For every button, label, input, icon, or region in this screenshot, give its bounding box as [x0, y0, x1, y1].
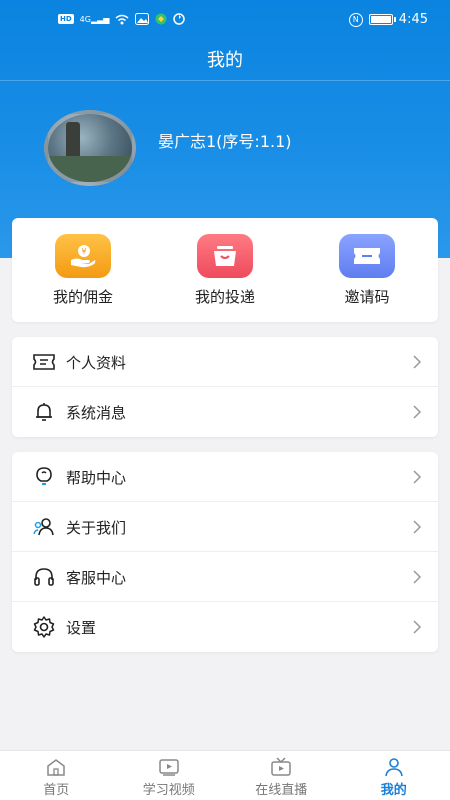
hd-indicator: HD	[58, 14, 74, 24]
menu-item-label: 关于我们	[66, 519, 127, 537]
tab-label: 首页	[43, 783, 70, 798]
quick-delivery[interactable]: 我的投递	[170, 234, 280, 307]
quick-delivery-label: 我的投递	[194, 288, 255, 306]
quick-actions-card: ¥ 我的佣金 我的投递 邀请码	[12, 218, 438, 322]
menu-group-account: 个人资料 系统消息	[12, 337, 438, 437]
menu-item-label: 个人资料	[66, 354, 127, 372]
tab-label: 我的	[380, 783, 407, 798]
quick-commission-label: 我的佣金	[52, 288, 113, 306]
tab-live[interactable]: 在线直播	[225, 751, 338, 800]
status-bar: HD 4G▂▃▅ N 4:45	[0, 0, 450, 40]
quick-invite-code[interactable]: 邀请码	[312, 234, 422, 307]
clock: 4:45	[398, 12, 428, 27]
tv-icon	[271, 757, 291, 776]
header-divider	[0, 80, 450, 81]
avatar[interactable]	[44, 110, 136, 186]
person-icon	[384, 758, 403, 777]
menu-item-label: 设置	[66, 619, 97, 637]
gallery-icon	[135, 13, 150, 25]
bell-icon	[36, 403, 52, 421]
lightbulb-icon	[36, 467, 52, 485]
menu-item-help[interactable]: 帮助中心	[12, 452, 438, 502]
quick-invite-label: 邀请码	[344, 288, 390, 306]
battery-icon	[368, 14, 396, 25]
wifi-icon	[115, 14, 129, 24]
tab-home[interactable]: 首页	[0, 751, 113, 800]
menu-item-label: 帮助中心	[66, 469, 127, 487]
app-notification-icon	[155, 13, 167, 25]
menu-item-label: 客服中心	[66, 569, 127, 587]
commission-icon: ¥	[55, 234, 111, 278]
chevron-right-icon	[413, 470, 422, 484]
menu-item-about[interactable]: 关于我们	[12, 502, 438, 552]
users-icon	[33, 518, 54, 536]
tab-videos[interactable]: 学习视频	[113, 751, 226, 800]
chevron-right-icon	[413, 355, 422, 369]
bottom-tab-bar: 首页 学习视频 在线直播 我的	[0, 750, 450, 800]
menu-item-settings[interactable]: 设置	[12, 602, 438, 652]
tab-label: 在线直播	[255, 783, 308, 798]
delivery-icon	[197, 234, 253, 278]
gear-icon	[33, 616, 55, 638]
page-title: 我的	[207, 50, 243, 71]
signal-icon: 4G▂▃▅	[79, 14, 110, 24]
menu-item-profile[interactable]: 个人资料	[12, 337, 438, 387]
nfc-icon: N	[348, 12, 363, 27]
svg-text:¥: ¥	[81, 247, 86, 256]
chevron-right-icon	[413, 520, 422, 534]
headset-icon	[34, 568, 54, 586]
menu-item-customer-service[interactable]: 客服中心	[12, 552, 438, 602]
ticket-icon	[339, 234, 395, 278]
menu-item-messages[interactable]: 系统消息	[12, 387, 438, 437]
home-icon	[47, 759, 65, 776]
video-icon	[159, 759, 179, 776]
sync-icon	[173, 13, 186, 25]
tab-label: 学习视频	[142, 783, 195, 798]
tab-mine[interactable]: 我的	[338, 751, 450, 800]
chevron-right-icon	[413, 570, 422, 584]
profile-card-icon	[33, 354, 55, 370]
quick-commission[interactable]: ¥ 我的佣金	[28, 234, 138, 307]
user-name: 晏广志1(序号:1.1)	[158, 132, 292, 151]
menu-group-support: 帮助中心 关于我们 客服中心 设置	[12, 452, 438, 652]
chevron-right-icon	[413, 405, 422, 419]
chevron-right-icon	[413, 620, 422, 634]
menu-item-label: 系统消息	[66, 404, 127, 422]
